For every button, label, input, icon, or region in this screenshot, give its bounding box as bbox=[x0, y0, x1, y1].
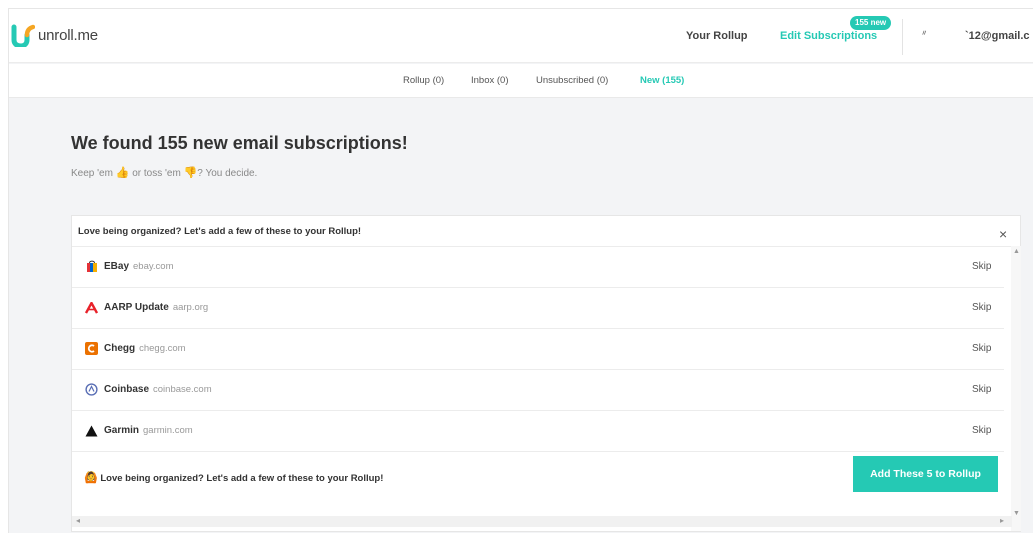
circle-icon bbox=[85, 383, 98, 396]
sender-name: Coinbase bbox=[104, 384, 150, 395]
list-item: Coinbase coinbase.com Skip bbox=[72, 370, 1004, 411]
skip-button[interactable]: Skip bbox=[972, 261, 991, 272]
new-count-badge: 155 new bbox=[850, 16, 892, 30]
sender-domain: garmin.com bbox=[143, 425, 193, 436]
list-item: Garmin garmin.com Skip bbox=[72, 411, 1004, 452]
sender-name: AARP Update bbox=[104, 302, 169, 313]
chegg-icon bbox=[85, 342, 98, 355]
sender-name: EBay bbox=[104, 261, 130, 272]
bag-icon bbox=[85, 260, 98, 273]
tab-inbox[interactable]: Inbox (0) bbox=[471, 75, 509, 86]
subscription-name: EBay ebay.com bbox=[104, 261, 174, 272]
list-item: EBay ebay.com Skip bbox=[72, 247, 1004, 288]
subtitle-middle: or toss 'em bbox=[129, 168, 184, 179]
list-item: Chegg chegg.com Skip bbox=[72, 329, 1004, 370]
tab-unsubscribed[interactable]: Unsubscribed (0) bbox=[536, 75, 608, 86]
scroll-right-icon[interactable]: ▸ bbox=[1000, 516, 1004, 525]
logo-text: unroll.me bbox=[38, 26, 98, 44]
triangle-icon bbox=[85, 424, 98, 437]
horizontal-scrollbar[interactable]: ◂ ▸ bbox=[72, 516, 1012, 527]
top-navigation: unroll.me Your Rollup Edit Subscriptions… bbox=[9, 9, 1033, 63]
skip-button[interactable]: Skip bbox=[972, 343, 991, 354]
scroll-left-icon[interactable]: ◂ bbox=[76, 516, 80, 525]
rollup-suggestion-panel: Love being organized? Let's add a few of… bbox=[71, 215, 1021, 532]
unroll-me-logo[interactable]: unroll.me bbox=[11, 23, 98, 49]
thumbs-up-icon: 👍 bbox=[115, 167, 130, 179]
nav-divider bbox=[902, 19, 903, 55]
panel-footer: 🙆 Love being organized? Let's add a few … bbox=[72, 452, 1004, 512]
list-item: AARP Update aarp.org Skip bbox=[72, 288, 1004, 329]
person-emoji-icon: 🙆 bbox=[84, 472, 98, 484]
sender-domain: chegg.com bbox=[139, 343, 186, 354]
sender-domain: coinbase.com bbox=[153, 384, 212, 395]
subtitle-suffix: ? You decide. bbox=[197, 168, 258, 179]
subtitle-prefix: Keep 'em bbox=[71, 168, 116, 179]
close-icon[interactable]: × bbox=[999, 226, 1007, 242]
subscription-name: AARP Update aarp.org bbox=[104, 302, 208, 313]
thumbs-down-icon: 👎 bbox=[183, 167, 198, 179]
sender-domain: ebay.com bbox=[133, 261, 174, 272]
app-frame: unroll.me Your Rollup Edit Subscriptions… bbox=[8, 8, 1033, 533]
subscription-list: EBay ebay.com Skip AARP Update aarp.org Sk… bbox=[72, 246, 1012, 511]
skip-button[interactable]: Skip bbox=[972, 384, 991, 395]
subscription-name: Garmin garmin.com bbox=[104, 425, 193, 436]
sender-name: Garmin bbox=[104, 425, 140, 436]
panel-title: Love being organized? Let's add a few of… bbox=[78, 226, 362, 237]
nav-your-rollup[interactable]: Your Rollup bbox=[686, 30, 748, 42]
skip-button[interactable]: Skip bbox=[972, 302, 991, 313]
user-menu-icon[interactable]: ᐥ bbox=[922, 30, 927, 41]
scroll-down-icon[interactable]: ▼ bbox=[1013, 510, 1020, 517]
footer-message: 🙆 Love being organized? Let's add a few … bbox=[84, 471, 383, 484]
subscription-name: Coinbase coinbase.com bbox=[104, 384, 212, 395]
logo-mark-icon bbox=[11, 23, 36, 49]
aarp-icon bbox=[85, 301, 98, 314]
vertical-scrollbar[interactable]: ▲ ▼ bbox=[1011, 246, 1021, 531]
tab-new[interactable]: New (155) bbox=[640, 75, 684, 86]
skip-button[interactable]: Skip bbox=[972, 425, 991, 436]
sender-domain: aarp.org bbox=[172, 302, 209, 313]
subscription-name: Chegg chegg.com bbox=[104, 343, 186, 354]
page-title: We found 155 new email subscriptions! bbox=[71, 133, 408, 153]
add-to-rollup-button[interactable]: Add These 5 to Rollup bbox=[853, 456, 998, 492]
nav-edit-subscriptions[interactable]: Edit Subscriptions bbox=[780, 30, 877, 42]
tabs-bar: Rollup (0) Inbox (0) Unsubscribed (0) Ne… bbox=[9, 64, 1033, 98]
sender-name: Chegg bbox=[104, 343, 136, 354]
scroll-up-icon[interactable]: ▲ bbox=[1013, 248, 1020, 255]
user-email[interactable]: `12@gmail.c bbox=[965, 30, 1030, 42]
tab-rollup[interactable]: Rollup (0) bbox=[403, 75, 444, 86]
page-subtitle: Keep 'em 👍 or toss 'em 👎? You decide. bbox=[71, 166, 257, 179]
footer-text: Love being organized? Let's add a few of… bbox=[100, 473, 384, 484]
